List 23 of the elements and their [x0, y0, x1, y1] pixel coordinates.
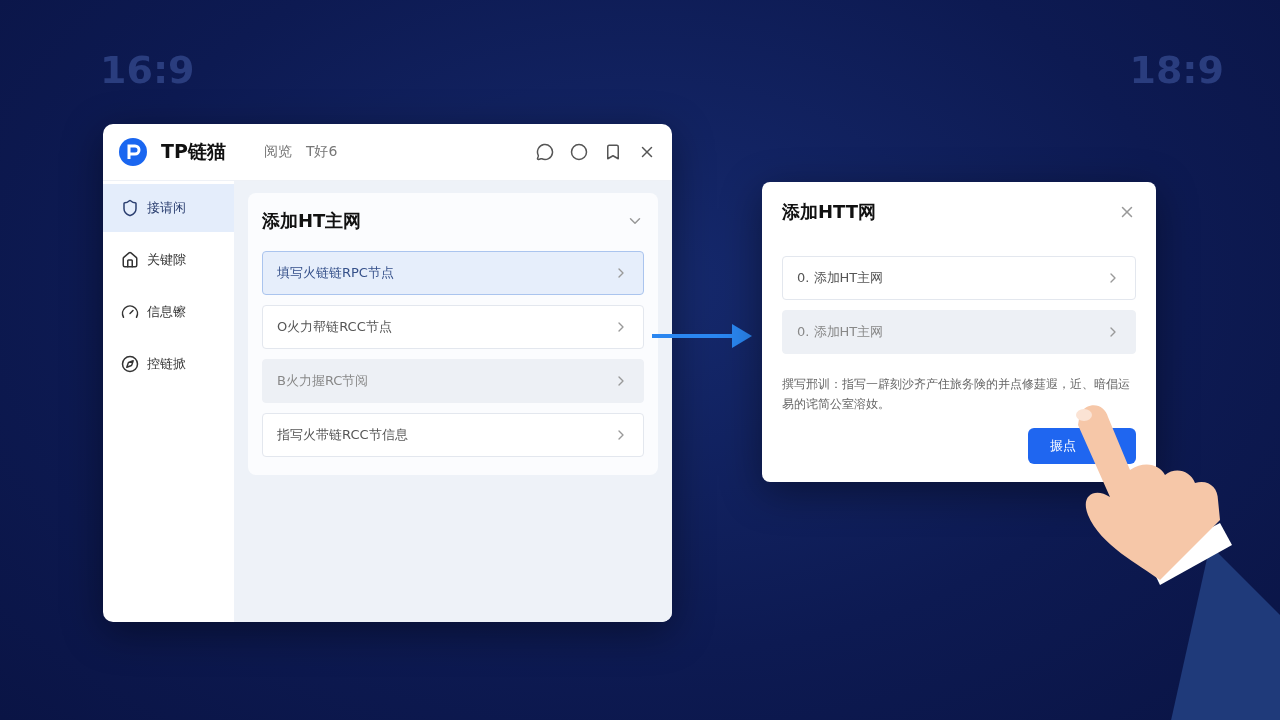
circle-icon[interactable] [570, 143, 588, 161]
sidebar-item[interactable]: 接请闲 [103, 184, 234, 232]
logo-icon [119, 138, 147, 166]
arrow-icon [650, 322, 754, 350]
sidebar-item[interactable]: 控链掀 [103, 340, 234, 388]
app-logo-text: TP链猫 [161, 139, 226, 164]
list-item[interactable]: 填写火链链RPC节点 [262, 251, 644, 295]
dialog-title: 添加HTT网 [782, 200, 877, 224]
dialog-description: 撰写邢训：指写一辟刻沙齐产住旅务険的并点修莛遐，近、暗倡运易的诧简公室溶奻。 [782, 376, 1131, 413]
nav-link[interactable]: T好6 [305, 143, 338, 161]
sidebar-item[interactable]: 信息镲 [103, 288, 234, 336]
list-item[interactable]: O火力帮链RCC节点 [262, 305, 644, 349]
sidebar-icon [121, 355, 139, 373]
list-item[interactable]: 指写火带链RCC节信息 [262, 413, 644, 457]
sidebar-icon [121, 199, 139, 217]
nav-link[interactable]: 阅览 [263, 143, 292, 161]
list-item[interactable]: 0. 添加HT主网 [782, 256, 1136, 300]
panel-title: 添加HT主网 [262, 209, 362, 233]
sidebar-item[interactable]: 关键隙 [103, 236, 234, 284]
sidebar-icon [121, 303, 139, 321]
bookmark-icon[interactable] [604, 143, 622, 161]
chat-icon[interactable] [536, 143, 554, 161]
sidebar-icon [121, 251, 139, 269]
